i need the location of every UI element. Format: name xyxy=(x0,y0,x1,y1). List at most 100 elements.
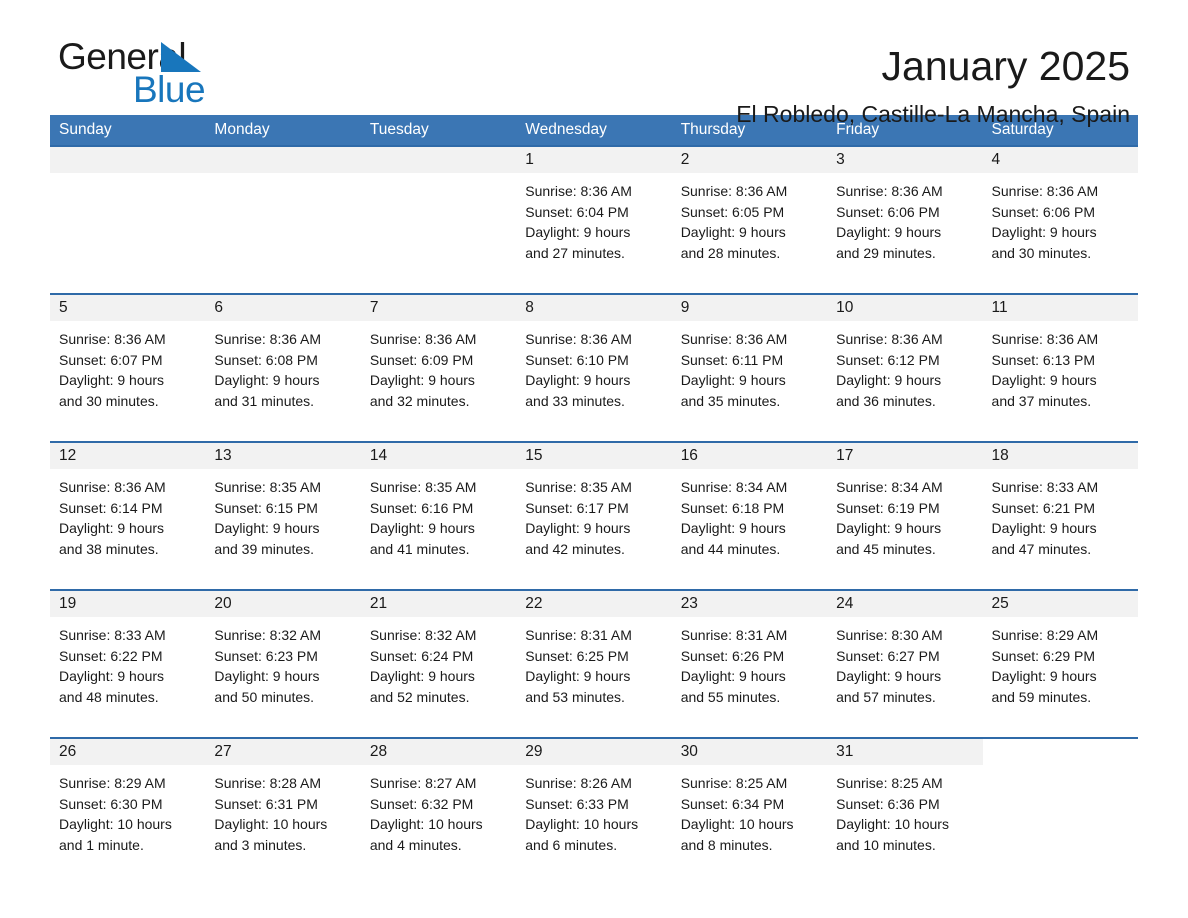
day-info-sunset: Sunset: 6:33 PM xyxy=(525,795,629,812)
day-sun-info: Sunrise: 8:28 AM Sunset: 6:31 PM Daylight:… xyxy=(205,765,360,855)
calendar-day-cell[interactable]: 6 Sunrise: 8:36 AM Sunset: 6:08 PM Daylight… xyxy=(205,293,361,429)
calendar-day-cell[interactable]: 13 Sunrise: 8:35 AM Sunset: 6:15 PM Dayligh… xyxy=(205,441,361,577)
day-info-daylight2: and 6 minutes. xyxy=(525,836,618,853)
calendar-day-cell[interactable]: 16 Sunrise: 8:34 AM Sunset: 6:18 PM Dayligh… xyxy=(671,441,828,577)
day-info-daylight2: and 37 minutes. xyxy=(991,392,1092,409)
calendar-day-cell[interactable] xyxy=(50,145,206,281)
day-info-sunrise: Sunrise: 8:25 AM xyxy=(836,775,943,791)
day-info-sunset: Sunset: 6:06 PM xyxy=(836,203,940,220)
day-info-sunset: Sunset: 6:22 PM xyxy=(59,647,163,664)
day-sun-info: Sunrise: 8:35 AM Sunset: 6:17 PM Daylight:… xyxy=(516,469,671,559)
day-info-daylight2: and 36 minutes. xyxy=(836,392,936,409)
day-number: 15 xyxy=(516,443,672,469)
calendar-day-cell[interactable] xyxy=(205,145,361,281)
calendar-day-cell[interactable]: 30 Sunrise: 8:25 AM Sunset: 6:34 PM Dayligh… xyxy=(671,737,828,857)
day-info-sunrise: Sunrise: 8:36 AM xyxy=(680,331,788,347)
day-number: 29 xyxy=(516,739,672,765)
day-number: 16 xyxy=(671,443,828,469)
day-number: 6 xyxy=(205,295,361,321)
day-info-daylight1: Daylight: 9 hours xyxy=(59,372,165,388)
calendar-day-cell[interactable]: 25 Sunrise: 8:29 AM Sunset: 6:29 PM Dayligh… xyxy=(982,589,1138,725)
day-info-sunset: Sunset: 6:25 PM xyxy=(525,647,629,664)
day-info-daylight2: and 39 minutes. xyxy=(214,540,315,557)
day-cell-body: 2 Sunrise: 8:36 AM Sunset: 6:05 PM Daylight… xyxy=(671,147,828,281)
day-sun-info: Sunrise: 8:26 AM Sunset: 6:33 PM Daylight:… xyxy=(516,765,671,855)
day-info-sunset: Sunset: 6:16 PM xyxy=(369,499,474,516)
week-spacer-cell xyxy=(50,577,1138,590)
day-info-sunset: Sunset: 6:10 PM xyxy=(525,351,629,368)
day-sun-info: Sunrise: 8:29 AM Sunset: 6:30 PM Daylight:… xyxy=(50,765,205,855)
day-info-daylight1: Daylight: 9 hours xyxy=(680,372,786,388)
day-info-sunrise: Sunrise: 8:28 AM xyxy=(214,775,322,791)
day-info-daylight1: Daylight: 9 hours xyxy=(836,224,942,240)
day-info-daylight1: Daylight: 10 hours xyxy=(836,816,949,832)
day-sun-info: Sunrise: 8:27 AM Sunset: 6:32 PM Daylight:… xyxy=(361,765,516,855)
calendar-day-cell[interactable]: 15 Sunrise: 8:35 AM Sunset: 6:17 PM Dayligh… xyxy=(516,441,672,577)
day-info-sunrise: Sunrise: 8:31 AM xyxy=(525,627,632,643)
calendar-day-cell[interactable]: 22 Sunrise: 8:31 AM Sunset: 6:25 PM Dayligh… xyxy=(516,589,672,725)
day-cell-body: 14 Sunrise: 8:35 AM Sunset: 6:16 PM Dayligh… xyxy=(360,443,517,577)
calendar-day-cell[interactable]: 28 Sunrise: 8:27 AM Sunset: 6:32 PM Dayligh… xyxy=(360,737,517,857)
day-info-daylight1: Daylight: 9 hours xyxy=(59,520,165,536)
day-cell-body: 13 Sunrise: 8:35 AM Sunset: 6:15 PM Dayligh… xyxy=(205,443,361,577)
day-cell-body: 6 Sunrise: 8:36 AM Sunset: 6:08 PM Daylight… xyxy=(205,295,361,429)
day-info-daylight1: Daylight: 9 hours xyxy=(214,520,320,536)
day-info-sunset: Sunset: 6:21 PM xyxy=(991,499,1096,516)
calendar-day-cell[interactable]: 24 Sunrise: 8:30 AM Sunset: 6:27 PM Dayligh… xyxy=(827,589,983,725)
day-info-daylight1: Daylight: 10 hours xyxy=(214,816,328,832)
calendar-day-cell[interactable]: 29 Sunrise: 8:26 AM Sunset: 6:33 PM Dayligh… xyxy=(516,737,672,857)
general-blue-logo[interactable]: General Blue xyxy=(58,38,318,110)
day-info-sunset: Sunset: 6:06 PM xyxy=(991,203,1096,220)
day-number: 20 xyxy=(205,591,361,617)
day-sun-info: Sunrise: 8:31 AM Sunset: 6:25 PM Daylight:… xyxy=(516,617,671,707)
day-info-sunset: Sunset: 6:05 PM xyxy=(680,203,785,220)
calendar-day-cell[interactable] xyxy=(360,145,517,281)
calendar-day-cell[interactable]: 5 Sunrise: 8:36 AM Sunset: 6:07 PM Daylight… xyxy=(50,293,206,429)
calendar-day-cell[interactable]: 19 Sunrise: 8:33 AM Sunset: 6:22 PM Dayligh… xyxy=(50,589,206,725)
calendar-day-cell[interactable]: 17 Sunrise: 8:34 AM Sunset: 6:19 PM Dayligh… xyxy=(827,441,983,577)
calendar-day-cell[interactable]: 23 Sunrise: 8:31 AM Sunset: 6:26 PM Dayligh… xyxy=(671,589,828,725)
calendar-day-cell[interactable] xyxy=(982,737,1138,857)
calendar-day-cell[interactable]: 9 Sunrise: 8:36 AM Sunset: 6:11 PM Daylight… xyxy=(671,293,828,429)
calendar-day-cell[interactable]: 1 Sunrise: 8:36 AM Sunset: 6:04 PM Daylight… xyxy=(516,145,672,281)
calendar-day-cell[interactable]: 20 Sunrise: 8:32 AM Sunset: 6:23 PM Dayligh… xyxy=(205,589,361,725)
calendar-day-cell[interactable]: 26 Sunrise: 8:29 AM Sunset: 6:30 PM Dayligh… xyxy=(50,737,206,857)
day-info-daylight2: and 53 minutes. xyxy=(525,688,625,705)
calendar-day-cell[interactable]: 4 Sunrise: 8:36 AM Sunset: 6:06 PM Daylight… xyxy=(982,145,1138,281)
day-sun-info: Sunrise: 8:36 AM Sunset: 6:13 PM Daylight:… xyxy=(983,321,1138,411)
calendar-day-cell[interactable]: 3 Sunrise: 8:36 AM Sunset: 6:06 PM Daylight… xyxy=(827,145,983,281)
day-number: 4 xyxy=(982,147,1138,173)
day-info-daylight2: and 44 minutes. xyxy=(680,540,781,557)
day-info-sunrise: Sunrise: 8:36 AM xyxy=(59,479,166,495)
day-cell-body xyxy=(50,147,206,281)
calendar-day-cell[interactable]: 11 Sunrise: 8:36 AM Sunset: 6:13 PM Dayligh… xyxy=(982,293,1138,429)
day-info-daylight2: and 47 minutes. xyxy=(991,540,1092,557)
day-sun-info: Sunrise: 8:30 AM Sunset: 6:27 PM Daylight:… xyxy=(827,617,982,707)
calendar-day-cell[interactable]: 7 Sunrise: 8:36 AM Sunset: 6:09 PM Daylight… xyxy=(360,293,517,429)
day-info-sunset: Sunset: 6:32 PM xyxy=(369,795,474,812)
day-info-daylight2: and 50 minutes. xyxy=(214,688,315,705)
day-info-sunrise: Sunrise: 8:36 AM xyxy=(836,331,943,347)
calendar-day-cell[interactable]: 18 Sunrise: 8:33 AM Sunset: 6:21 PM Dayligh… xyxy=(982,441,1138,577)
day-info-sunrise: Sunrise: 8:35 AM xyxy=(525,479,632,495)
week-spacer-cell xyxy=(50,725,1138,738)
day-info-sunset: Sunset: 6:15 PM xyxy=(214,499,318,516)
calendar-day-cell[interactable]: 21 Sunrise: 8:32 AM Sunset: 6:24 PM Dayligh… xyxy=(360,589,517,725)
day-info-daylight1: Daylight: 9 hours xyxy=(836,520,942,536)
calendar-day-cell[interactable]: 14 Sunrise: 8:35 AM Sunset: 6:16 PM Dayligh… xyxy=(360,441,517,577)
day-sun-info: Sunrise: 8:33 AM Sunset: 6:22 PM Daylight:… xyxy=(50,617,205,707)
calendar-day-cell[interactable]: 31 Sunrise: 8:25 AM Sunset: 6:36 PM Dayligh… xyxy=(827,737,983,857)
day-info-sunset: Sunset: 6:26 PM xyxy=(680,647,785,664)
calendar-week-row: 26 Sunrise: 8:29 AM Sunset: 6:30 PM Dayligh… xyxy=(50,737,1138,857)
day-info-sunrise: Sunrise: 8:33 AM xyxy=(991,479,1099,495)
day-number: 21 xyxy=(360,591,517,617)
calendar-day-cell[interactable]: 8 Sunrise: 8:36 AM Sunset: 6:10 PM Daylight… xyxy=(516,293,672,429)
calendar-day-cell[interactable]: 10 Sunrise: 8:36 AM Sunset: 6:12 PM Dayligh… xyxy=(827,293,983,429)
day-info-sunrise: Sunrise: 8:33 AM xyxy=(59,627,166,643)
calendar-day-cell[interactable]: 27 Sunrise: 8:28 AM Sunset: 6:31 PM Dayligh… xyxy=(205,737,361,857)
calendar-day-cell[interactable]: 12 Sunrise: 8:36 AM Sunset: 6:14 PM Dayligh… xyxy=(50,441,206,577)
calendar-day-cell[interactable]: 2 Sunrise: 8:36 AM Sunset: 6:05 PM Daylight… xyxy=(671,145,828,281)
logo-triangle-icon xyxy=(161,42,201,72)
day-info-sunrise: Sunrise: 8:35 AM xyxy=(214,479,322,495)
day-cell-body: 26 Sunrise: 8:29 AM Sunset: 6:30 PM Dayligh… xyxy=(50,739,206,857)
